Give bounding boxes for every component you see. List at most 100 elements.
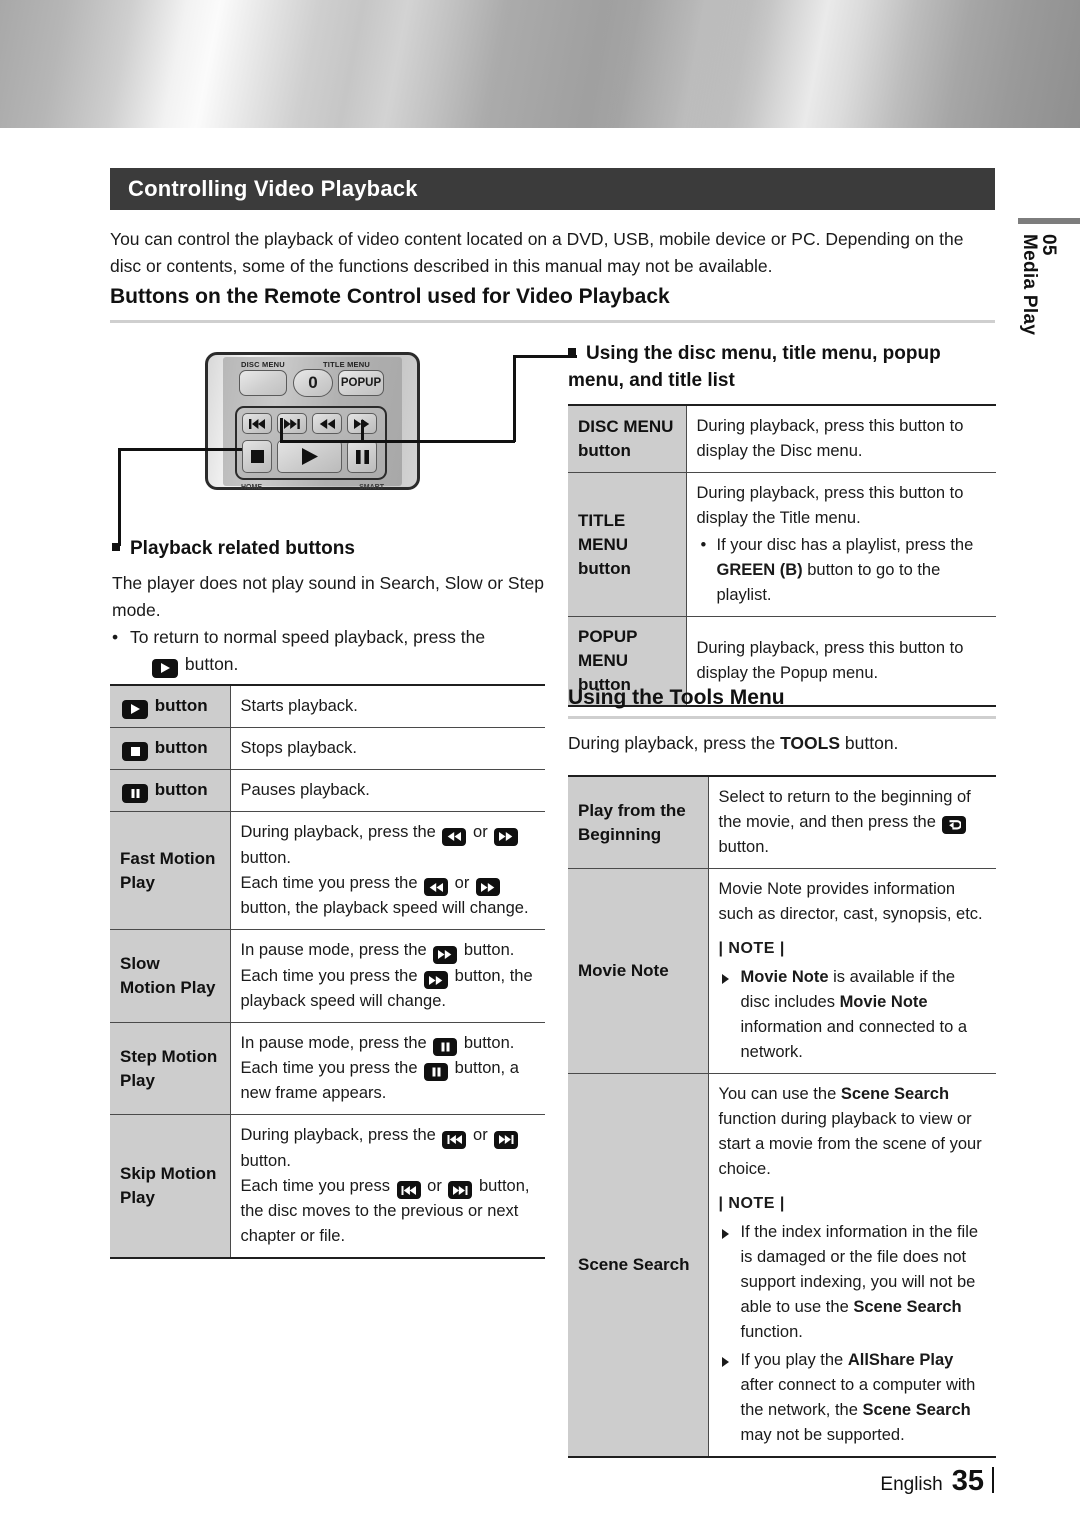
tools-menu-table: Play from the Beginning Select to return…	[568, 775, 996, 1458]
remote-stop-icon	[242, 440, 272, 473]
row-key-play-from-beginning: Play from the Beginning	[568, 776, 709, 869]
note-item: If the index information in the file is …	[719, 1220, 987, 1345]
row-key-popup-menu-line1: POPUP MENU	[578, 627, 638, 670]
remote-label-title-menu: TITLE MENU	[323, 360, 370, 369]
row-desc-pause: Pauses playback.	[230, 769, 545, 812]
play-icon	[122, 699, 148, 719]
connector-pad-h	[118, 448, 242, 451]
note-label: | NOTE |	[718, 940, 785, 957]
heading-using-disc-menu: Using the disc menu, title menu, popup m…	[568, 340, 998, 394]
remote-rewind-icon	[312, 413, 342, 434]
page-title: Controlling Video Playback	[110, 168, 995, 210]
heading-playback-related-buttons-text: Playback related buttons	[130, 538, 355, 559]
row-desc-step-motion: In pause mode, press the button. Each ti…	[230, 1022, 545, 1115]
table-row: Step Motion Play In pause mode, press th…	[110, 1022, 545, 1115]
row-desc-stop: Stops playback.	[230, 727, 545, 770]
row-key-disc-menu-line1: DISC MENU	[578, 417, 674, 436]
row-desc-skip-motion: During playback, press the or button. Ea…	[230, 1114, 545, 1258]
remote-transport-pad	[235, 406, 387, 480]
row-desc-scene-search: You can use the Scene Search function du…	[708, 1073, 996, 1457]
playback-bullet-pre: To return to normal speed playback, pres…	[130, 627, 486, 647]
tools-intro: During playback, press the TOOLS button.	[568, 730, 996, 757]
remote-play-icon	[277, 440, 342, 473]
row-desc-disc-menu: During playback, press this button to di…	[686, 405, 996, 473]
stop-icon	[122, 742, 148, 761]
table-row: button Stops playback.	[110, 727, 545, 770]
row-key-skip-motion: Skip Motion Play	[110, 1114, 231, 1258]
remote-key-zero: 0	[293, 369, 333, 397]
row-desc-title-menu-bullet: If your disc has a playlist, press the G…	[697, 533, 987, 608]
row-key-movie-note: Movie Note	[568, 868, 709, 1074]
row-key-slow-motion: Slow Motion Play	[110, 929, 231, 1023]
enter-icon	[942, 816, 967, 834]
heading-playback-related-buttons: Playback related buttons	[112, 535, 542, 562]
remote-pause-icon	[347, 440, 377, 473]
table-row: Slow Motion Play In pause mode, press th…	[110, 929, 545, 1023]
previous-icon	[442, 1130, 467, 1149]
row-key-disc-menu: DISC MENU button	[568, 405, 687, 473]
connector-popup-v1	[361, 420, 364, 442]
subheading: Buttons on the Remote Control used for V…	[110, 285, 670, 308]
row-desc-play-from-beginning: Select to return to the beginning of the…	[708, 776, 996, 869]
heading-using-disc-menu-text: Using the disc menu, title menu, popup m…	[568, 343, 941, 391]
row-key-title-menu-line1: TITLE MENU	[578, 510, 629, 554]
row-key-step-motion: Step Motion Play	[110, 1022, 231, 1115]
row-key-pfb-line2: Beginning	[578, 824, 662, 844]
playback-bullet-post: button.	[184, 654, 239, 674]
play-icon	[152, 658, 178, 678]
row-key-pfb-line1: Play from the	[578, 800, 686, 820]
intro-paragraph: You can control the playback of video co…	[110, 229, 964, 276]
pfb-desc-pre: Select to return to the beginning of the…	[718, 788, 971, 831]
row-key-fast-motion: Fast Motion Play	[110, 811, 231, 930]
pause-icon	[424, 1063, 449, 1081]
row-key-stop-label: button	[154, 738, 208, 757]
subheading-rule	[110, 320, 995, 323]
playback-buttons-table: button Starts playback. button Stops pla…	[110, 684, 545, 1259]
row-key-pause: button	[110, 769, 231, 812]
tools-intro-bold: TOOLS	[780, 733, 841, 753]
note-item: If you play the AllShare Play after conn…	[719, 1348, 987, 1448]
manual-page: 05 Media Play Controlling Video Playback…	[0, 0, 1080, 1532]
tools-intro-pre: During playback, press the	[568, 733, 781, 753]
footer: English 35	[880, 1464, 994, 1498]
fastforward-icon	[424, 971, 449, 989]
bullet-square-icon	[568, 348, 576, 356]
rewind-icon	[424, 878, 449, 896]
row-key-play-label: button	[154, 696, 208, 716]
row-key-title-menu: TITLE MENU button	[568, 472, 687, 617]
playback-paragraph: The player does not play sound in Search…	[112, 573, 544, 620]
pause-icon	[433, 1038, 458, 1056]
footer-tick	[992, 1467, 994, 1493]
playback-bullet-item: • To return to normal speed playback, pr…	[112, 624, 544, 678]
remote-key-popup: POPUP	[338, 370, 384, 396]
row-desc-play: Starts playback.	[230, 685, 545, 728]
row-desc-slow-motion: In pause mode, press the button. Each ti…	[230, 929, 545, 1023]
footer-language: English	[880, 1474, 943, 1495]
row-key-title-menu-line2: button	[578, 558, 631, 578]
next-icon	[448, 1181, 473, 1199]
connector-disc-menu-v1	[280, 418, 283, 442]
pfb-desc-post: button.	[718, 838, 769, 856]
table-row: button Starts playback.	[110, 685, 545, 728]
connector-pad-v	[118, 448, 121, 546]
table-row: Scene Search You can use the Scene Searc…	[568, 1073, 996, 1457]
connector-disc-menu-h1	[280, 440, 515, 443]
heading-tools-menu-rule	[568, 716, 996, 719]
fastforward-icon	[475, 878, 500, 896]
rewind-icon	[442, 827, 467, 846]
remote-prev-icon	[242, 413, 272, 434]
disc-menu-table: DISC MENU button During playback, press …	[568, 404, 996, 707]
row-key-disc-menu-line2: button	[578, 441, 631, 460]
connector-up-v	[513, 355, 516, 442]
remote-control-illustration: DISC MENU TITLE MENU 0 POPUP HOME SMART	[205, 352, 420, 491]
footer-page-number: 35	[951, 1465, 984, 1497]
bullet-bold: GREEN (B)	[716, 561, 803, 579]
tools-intro-post: button.	[840, 733, 899, 753]
movie-note-desc: Movie Note provides information such as …	[718, 880, 983, 923]
pause-icon	[122, 784, 148, 803]
remote-label-home: HOME	[241, 484, 262, 491]
remote-label-smart: SMART	[359, 484, 384, 491]
bullet-dot-icon: •	[112, 627, 119, 647]
row-key-scene-search: Scene Search	[568, 1073, 709, 1457]
remote-key-disc-menu	[239, 370, 287, 396]
